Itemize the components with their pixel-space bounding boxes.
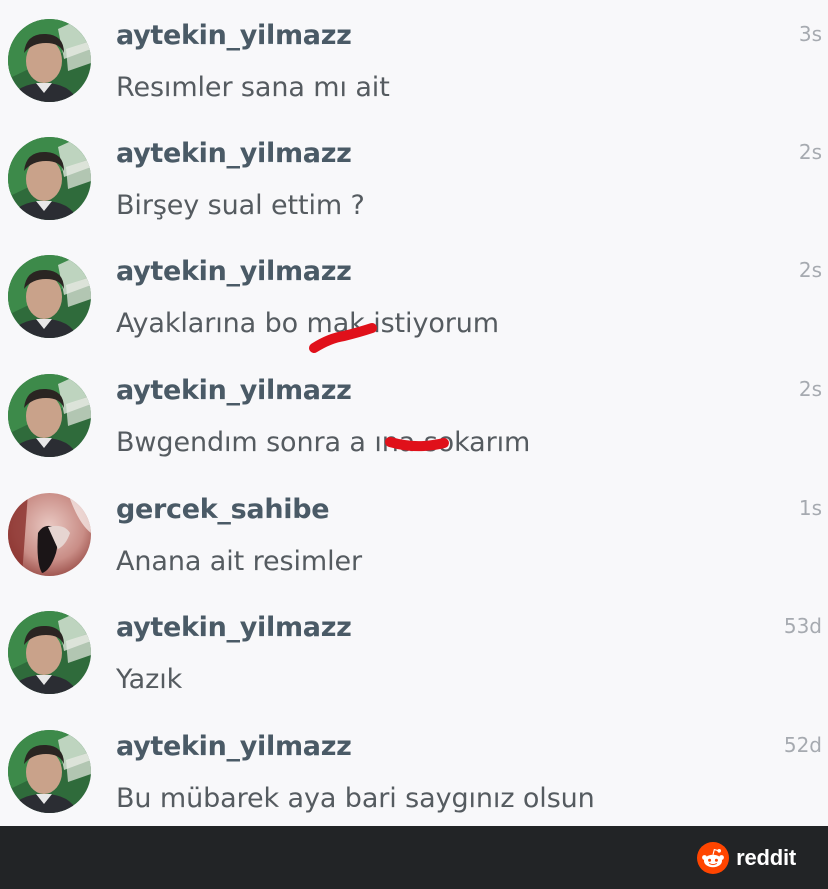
comments-screenshot: aytekin_yilmazz Resımler sana mı ait 3s … [0,0,828,889]
comment-text: Bu mübarek aya bari saygınız olsun [116,783,595,814]
comment-text: Bwgendım sonra a ına sokarım [116,427,531,458]
man-avatar-icon [8,19,91,102]
reddit-alien-icon [697,842,730,874]
comment-username[interactable]: aytekin_yilmazz [116,731,352,762]
comment-item: aytekin_yilmazz Resımler sana mı ait 3s [0,0,828,119]
comment-text: Yazık [116,664,183,695]
avatar[interactable] [8,137,91,220]
avatar[interactable] [8,611,91,694]
avatar[interactable] [8,493,91,576]
comment-username[interactable]: gercek_sahibe [116,494,330,525]
comment-username[interactable]: aytekin_yilmazz [116,138,352,169]
comment-text: Birşey sual ettim ? [116,190,365,221]
comment-time: 2s [798,140,822,164]
comment-item: aytekin_yilmazz Birşey sual ettim ? 2s [0,118,828,237]
avatar[interactable] [8,730,91,813]
man-avatar-icon [8,374,91,457]
avatar[interactable] [8,19,91,102]
comment-item: aytekin_yilmazz Bwgendım sonra a ına sok… [0,355,828,474]
comment-time: 3s [798,22,822,46]
comment-item: aytekin_yilmazz Bu mübarek aya bari sayg… [0,711,828,826]
comment-username[interactable]: aytekin_yilmazz [116,612,352,643]
red-scribble-icon [309,323,377,353]
comment-time: 53d [783,614,822,638]
comment-time: 2s [798,258,822,282]
comment-item: gercek_sahibe Anana ait resimler 1s [0,474,828,593]
comment-time: 2s [798,377,822,401]
avatar[interactable] [8,374,91,457]
reddit-wordmark: reddit [736,845,796,870]
man-avatar-icon [8,137,91,220]
comment-list: aytekin_yilmazz Resımler sana mı ait 3s … [0,0,828,826]
woman-avatar-icon [8,493,91,576]
avatar[interactable] [8,255,91,338]
comment-item: aytekin_yilmazz Ayaklarına bo mak istiyo… [0,236,828,355]
comment-time: 52d [783,733,822,757]
comment-text: Ayaklarına bo mak istiyorum [116,308,499,339]
man-avatar-icon [8,611,91,694]
man-avatar-icon [8,255,91,338]
comment-time: 1s [798,496,822,520]
comment-username[interactable]: aytekin_yilmazz [116,20,352,51]
comment-item: aytekin_yilmazz Yazık 53d [0,592,828,711]
comment-username[interactable]: aytekin_yilmazz [116,375,352,406]
comment-username[interactable]: aytekin_yilmazz [116,256,352,287]
reddit-watermark: reddit [697,842,796,874]
red-scribble-icon [385,437,449,452]
man-avatar-icon [8,730,91,813]
watermark-bar: reddit [0,826,828,889]
comment-text: Anana ait resimler [116,546,362,577]
comment-text: Resımler sana mı ait [116,72,390,103]
